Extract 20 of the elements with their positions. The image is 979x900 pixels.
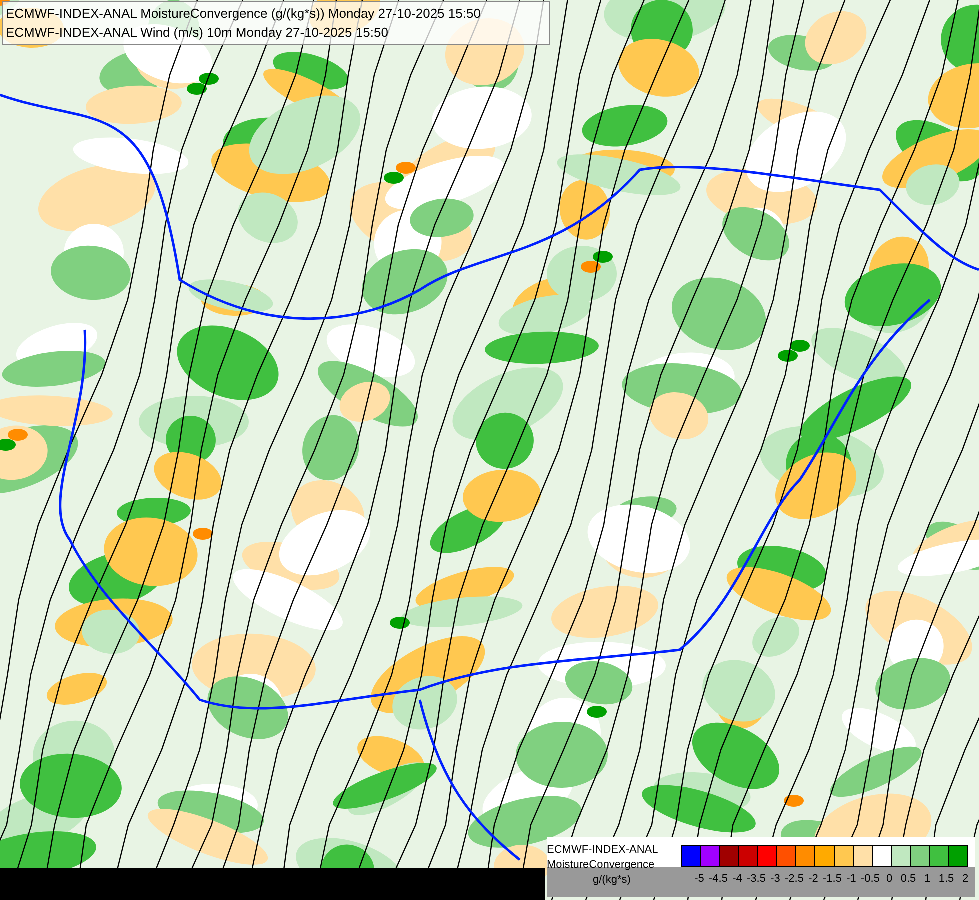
legend-label: MoistureConvergence	[547, 858, 656, 873]
tick-label: -4	[732, 873, 744, 885]
tick-label: 0	[885, 873, 894, 885]
tick-label: -3.5	[747, 873, 766, 885]
legend-label: g/(kg*s)	[592, 873, 632, 888]
tick-label: 1	[923, 873, 932, 885]
tick-label: 2	[961, 873, 970, 885]
map-title: ECMWF-INDEX-ANAL Wind (m/s) 10m Monday 27-10-2025 15:50	[6, 24, 390, 42]
tick-label: -2.5	[785, 873, 804, 885]
tick-label: 0.5	[900, 873, 918, 885]
tick-label: -2	[808, 873, 820, 885]
map-title: ECMWF-INDEX-ANAL MoistureConvergence (g/(kg*s)) Monday 27-10-2025 15:50	[6, 5, 482, 23]
tick-label: -4.5	[709, 873, 728, 885]
legend-label: ECMWF-INDEX-ANAL	[547, 843, 660, 858]
tick-label: -1	[846, 873, 858, 885]
tick-label: -1.5	[823, 873, 842, 885]
tick-label: -5	[694, 873, 706, 885]
tick-label: 1.5	[938, 873, 956, 885]
tick-label: -3	[770, 873, 782, 885]
tick-label: -0.5	[861, 873, 880, 885]
